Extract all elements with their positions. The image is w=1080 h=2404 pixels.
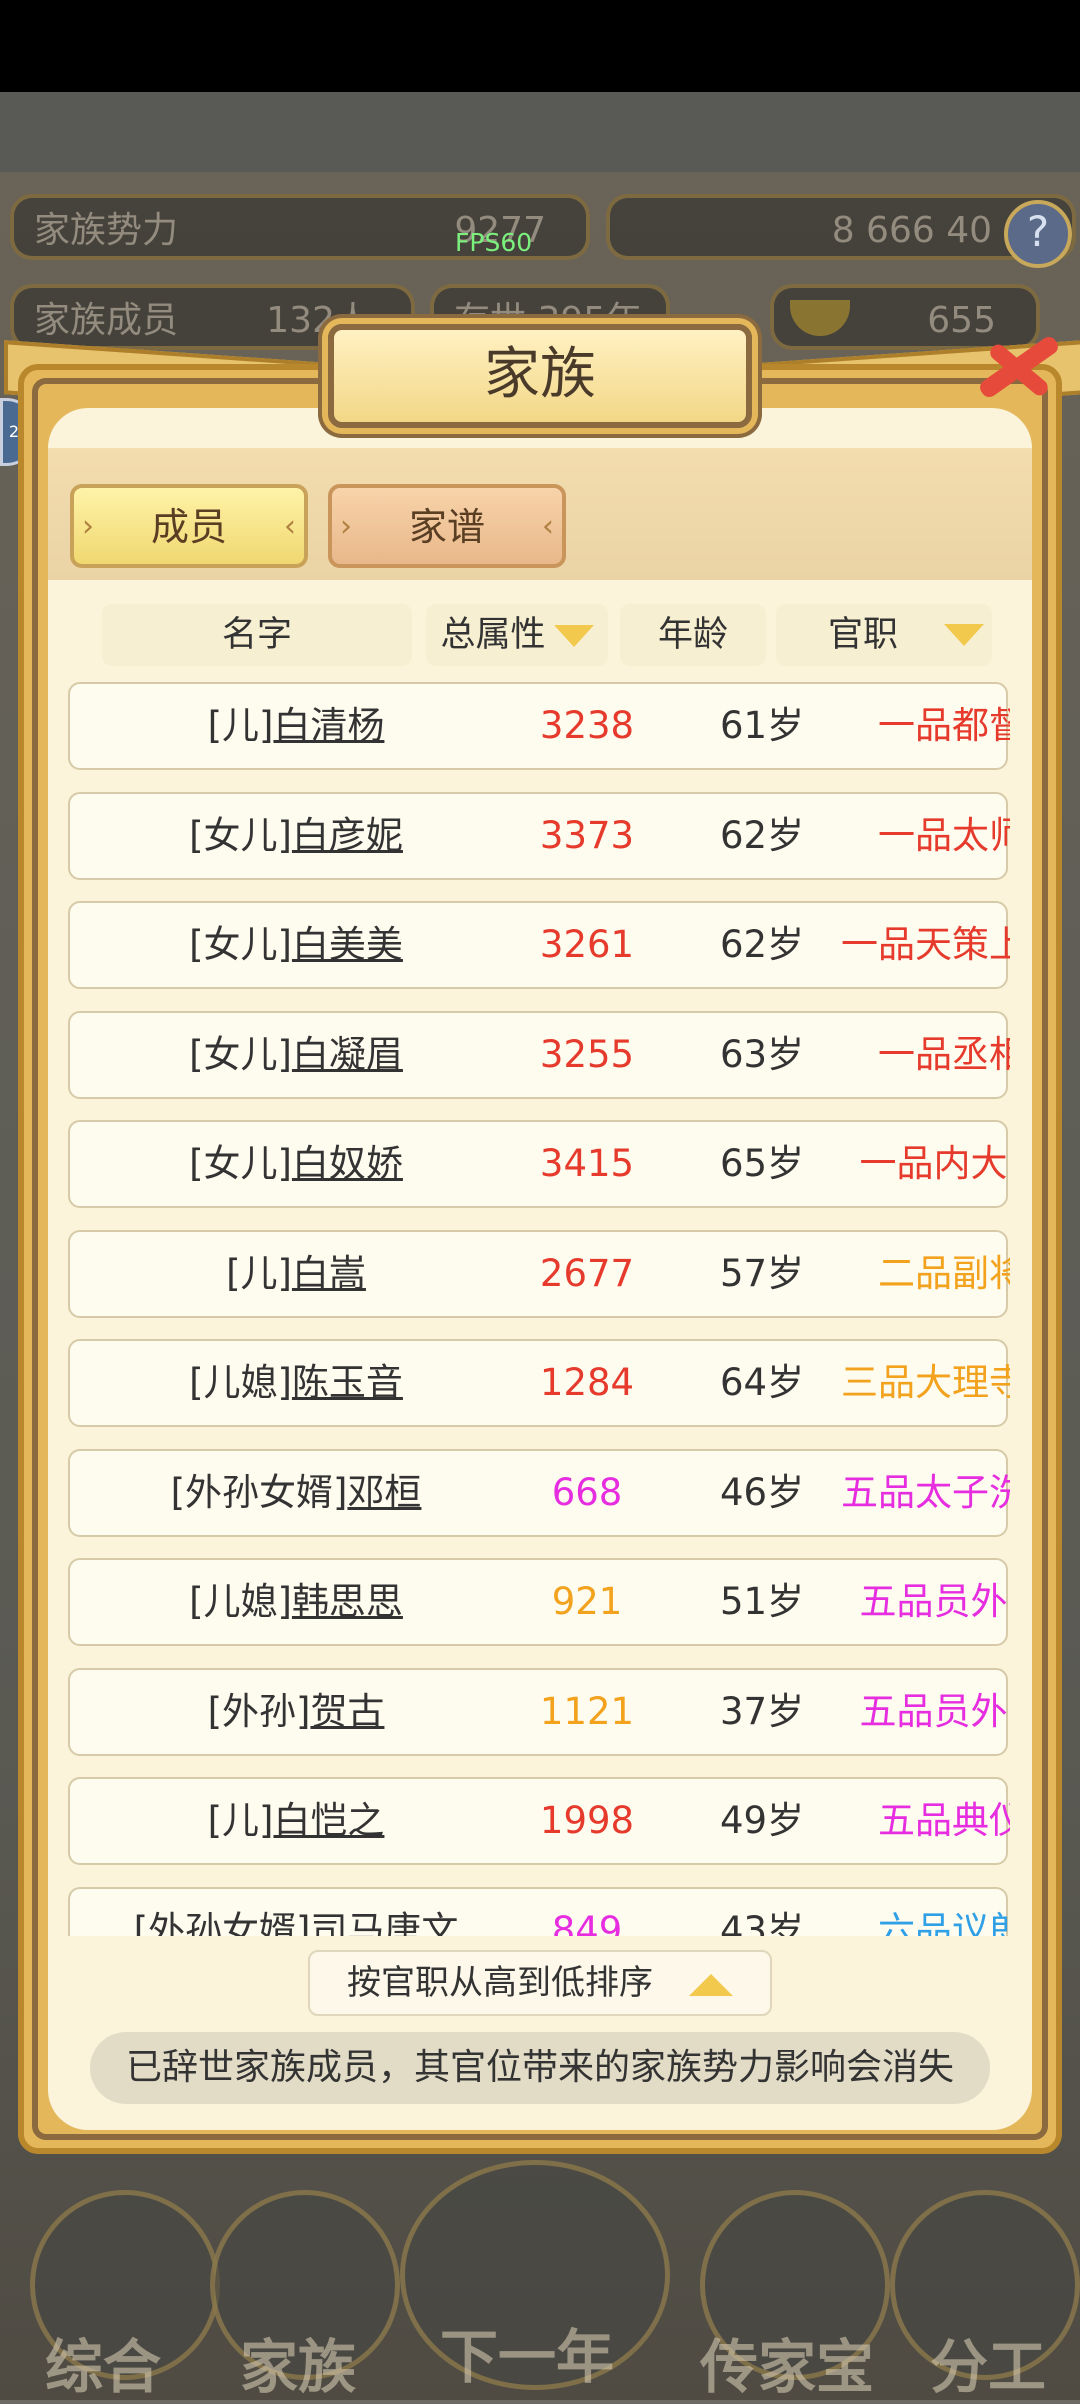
header-age[interactable]: 年龄: [620, 604, 766, 666]
member-row[interactable]: [儿媳]韩思思92151岁五品员外郎: [68, 1558, 1011, 1646]
member-name-cell: [女儿]白美美: [70, 903, 522, 987]
member-office: 一品太师: [878, 813, 1010, 857]
member-row[interactable]: [女儿]白彦妮 3373 62岁 一品太师: [68, 791, 1010, 880]
member-relation: [女儿]: [189, 1142, 292, 1185]
deceased-notice: 已辞世家族成员，其官位带来的家族势力影响会消失: [90, 2032, 990, 2104]
member-office: 一品内大臣: [859, 1142, 1011, 1185]
sort-down-icon: [944, 624, 984, 646]
member-relation: [儿]: [207, 704, 274, 747]
family-power-label: 家族势力: [34, 210, 179, 251]
help-icon[interactable]: ?: [1004, 200, 1072, 268]
member-name-link[interactable]: 白嵩: [292, 1252, 366, 1295]
member-name-link[interactable]: 司马唐文: [310, 1909, 458, 1937]
member-list[interactable]: [儿]白清杨 3238 61岁 一品都督 [女儿]白彦妮 3373 62岁 一品太师 [女儿]白…: [68, 680, 1010, 1936]
member-name-link[interactable]: 白彦妮: [292, 814, 403, 857]
top-band: [0, 92, 1080, 172]
member-row[interactable]: [外孙女婿]司马唐文 849 43岁 六品议郎: [68, 1886, 1010, 1937]
member-relation: [儿]: [226, 1251, 292, 1295]
header-age-label: 年龄: [657, 615, 728, 655]
member-row[interactable]: [儿]白清杨 3238 61岁 一品都督: [68, 682, 1010, 770]
member-relation: [外孙]: [207, 1689, 311, 1733]
member-office: 五品太子洗马: [841, 1470, 1010, 1514]
member-row[interactable]: [外孙]贺古112137岁五品员外郎: [68, 1667, 1011, 1756]
header-officer-label: 官职: [828, 615, 899, 655]
nav-label-heirloom[interactable]: 传家宝: [700, 2320, 874, 2404]
tab-genealogy[interactable]: 家谱: [328, 484, 566, 568]
member-name-cell: [儿]白嵩: [70, 1232, 522, 1316]
member-name-cell: [外孙]贺古: [70, 1670, 522, 1754]
nav-label-division[interactable]: 分工: [930, 2320, 1046, 2404]
member-relation: [儿]: [207, 1799, 274, 1842]
member-row[interactable]: [儿]白恺之 1998 49岁 五品典仪: [68, 1777, 1010, 1865]
member-name-link[interactable]: 白奴娇: [292, 1142, 403, 1185]
member-name-link[interactable]: 贺古: [310, 1690, 384, 1733]
member-name-link[interactable]: 白美美: [292, 923, 403, 966]
family-members-label: 家族成员: [34, 300, 179, 341]
member-name-cell: [外孙女婿]邓桓: [70, 1451, 522, 1535]
member-name-cell: [儿媳]陈玉音: [70, 1341, 522, 1425]
bottom-nav: 综合 家族 下一年 传家宝 分工: [0, 2150, 1080, 2401]
member-name-link[interactable]: 白恺之: [273, 1799, 384, 1842]
member-name-cell: [女儿]白凝眉: [70, 1013, 522, 1097]
panel-title-plate: 家族: [328, 324, 752, 428]
member-office: 三品大理寺卿: [841, 1361, 1010, 1404]
resource-values: 8 666 40: [831, 210, 992, 251]
fps-counter: FPS60: [455, 228, 533, 257]
member-relation: [儿媳]: [189, 1361, 292, 1404]
member-office: 一品都督: [878, 704, 1010, 747]
member-office: 一品丞相: [878, 1032, 1010, 1076]
nav-label-next-year[interactable]: 下一年: [440, 2310, 614, 2394]
member-name-link[interactable]: 邓桓: [347, 1471, 421, 1514]
member-relation: [女儿]: [189, 1032, 292, 1076]
member-name-cell: [儿媳]韩思思: [70, 1560, 522, 1644]
header-name-label: 名字: [221, 615, 292, 655]
nav-label-family[interactable]: 家族: [240, 2320, 356, 2404]
member-relation: [儿媳]: [189, 1580, 292, 1623]
nav-label-overview[interactable]: 综合: [45, 2320, 161, 2404]
member-relation: [女儿]: [189, 923, 292, 966]
member-name-link[interactable]: 白清杨: [273, 704, 384, 747]
sort-down-icon: [553, 625, 594, 647]
member-office: 一品天策上将: [841, 923, 1010, 966]
member-name-cell: [儿]白清杨: [70, 684, 522, 768]
header-attr[interactable]: 总属性: [426, 604, 608, 666]
member-relation: [外孙女婿]: [133, 1908, 311, 1937]
status-bar: [0, 0, 1080, 92]
member-row[interactable]: [女儿]白奴娇341565岁一品内大臣: [68, 1120, 1011, 1208]
tab-members[interactable]: 成员: [70, 484, 308, 568]
member-row[interactable]: [儿媳]陈玉音128464岁三品大理寺卿: [68, 1339, 1010, 1427]
member-name-link[interactable]: 陈玉音: [292, 1361, 403, 1404]
member-row[interactable]: [外孙女婿]邓桓66846岁五品太子洗马: [68, 1448, 1010, 1537]
member-office: 二品副将: [878, 1251, 1010, 1295]
member-relation: [女儿]: [189, 813, 292, 857]
member-row[interactable]: [儿]白嵩 2677 57岁 二品副将: [68, 1229, 1010, 1318]
member-relation: [外孙女婿]: [170, 1470, 348, 1514]
sort-button-label: 按官职从高到低排序: [347, 1963, 653, 2003]
member-name-link[interactable]: 白凝眉: [292, 1033, 403, 1076]
member-office: 五品员外郎: [859, 1580, 1011, 1623]
close-button[interactable]: [964, 318, 1062, 414]
header-officer[interactable]: 官职: [776, 604, 992, 666]
sort-up-icon: [689, 1973, 733, 1996]
member-name-link[interactable]: 韩思思: [292, 1580, 403, 1623]
member-name-cell: [儿]白恺之: [70, 1779, 522, 1863]
member-row[interactable]: [女儿]白美美326162岁一品天策上将: [68, 901, 1010, 989]
member-office: 五品员外郎: [859, 1689, 1011, 1733]
member-name-cell: [女儿]白彦妮: [70, 794, 522, 878]
panel-title: 家族: [484, 342, 596, 407]
member-office: 五品典仪: [878, 1799, 1010, 1842]
member-office: 六品议郎: [878, 1908, 1010, 1937]
header-name[interactable]: 名字: [102, 604, 412, 666]
member-name-cell: [外孙女婿]司马唐文: [70, 1889, 522, 1937]
header-attr-label: 总属性: [440, 615, 546, 655]
member-name-cell: [女儿]白奴娇: [70, 1122, 522, 1206]
member-row[interactable]: [女儿]白凝眉 3255 63岁 一品丞相: [68, 1010, 1010, 1099]
sort-button[interactable]: 按官职从高到低排序: [308, 1950, 772, 2016]
